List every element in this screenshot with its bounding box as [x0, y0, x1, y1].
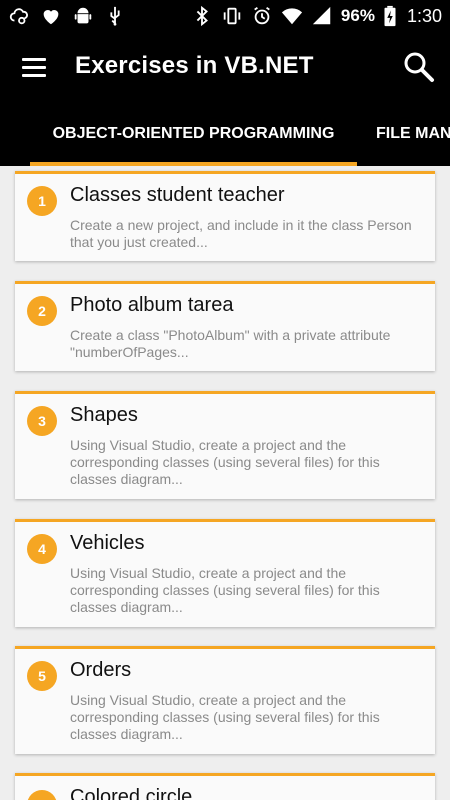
exercise-card-1[interactable]: 1 Classes student teacher Create a new p… [15, 171, 435, 261]
exercise-title: Orders [70, 659, 132, 681]
exercise-number-badge: 4 [27, 534, 57, 564]
android-icon [72, 5, 94, 27]
exercise-card-3[interactable]: 3 Shapes Using Visual Studio, create a p… [15, 391, 435, 499]
exercise-list: 1 Classes student teacher Create a new p… [0, 166, 450, 800]
tab-bar: S OBJECT-ORIENTED PROGRAMMING FILE MAN [0, 102, 450, 166]
page-title: Exercises in VB.NET [75, 52, 314, 79]
exercise-number-badge: 5 [27, 661, 57, 691]
battery-charging-icon [383, 5, 397, 27]
app-bar: Exercises in VB.NET [0, 32, 450, 102]
exercise-title: Colored circle [70, 786, 193, 800]
bluetooth-icon [191, 5, 213, 27]
exercise-description: Create a new project, and include in it … [70, 217, 412, 250]
exercise-title: Vehicles [70, 532, 145, 554]
exercise-card-5[interactable]: 5 Orders Using Visual Studio, create a p… [15, 646, 435, 754]
signal-icon [311, 5, 333, 27]
alarm-icon [251, 5, 273, 27]
exercise-number-badge: 3 [27, 406, 57, 436]
wifi-icon [281, 5, 303, 27]
vibrate-icon [221, 5, 243, 27]
tab-file-management[interactable]: FILE MAN [376, 102, 450, 166]
heart-icon [40, 5, 62, 27]
exercise-card-4[interactable]: 4 Vehicles Using Visual Studio, create a… [15, 519, 435, 627]
usb-icon [104, 5, 126, 27]
tab-object-oriented-programming[interactable]: OBJECT-ORIENTED PROGRAMMING [30, 102, 357, 166]
battery-percent: 96% [340, 6, 375, 25]
status-left-icons [8, 5, 126, 27]
exercise-title: Classes student teacher [70, 184, 285, 206]
clock: 1:30 [406, 5, 442, 26]
exercise-card-2[interactable]: 2 Photo album tarea Create a class "Phot… [15, 281, 435, 371]
exercise-card-6[interactable]: 6 Colored circle [15, 773, 435, 800]
exercise-description: Create a class "PhotoAlbum" with a priva… [70, 327, 391, 360]
status-bar: 96% 1:30 [0, 0, 450, 32]
exercise-description: Using Visual Studio, create a project an… [70, 565, 380, 615]
exercise-number-badge: 1 [27, 186, 57, 216]
exercise-title: Photo album tarea [70, 294, 234, 316]
exercise-description: Using Visual Studio, create a project an… [70, 437, 380, 487]
search-button[interactable] [400, 48, 438, 86]
menu-button[interactable] [14, 49, 54, 85]
exercise-number-badge: 6 [27, 790, 57, 800]
exercise-description: Using Visual Studio, create a project an… [70, 692, 380, 742]
exercise-title: Shapes [70, 404, 138, 426]
cloud-refresh-icon [8, 5, 30, 27]
exercise-number-badge: 2 [27, 296, 57, 326]
status-right-icons: 96% 1:30 [191, 5, 442, 27]
search-icon [404, 52, 434, 82]
